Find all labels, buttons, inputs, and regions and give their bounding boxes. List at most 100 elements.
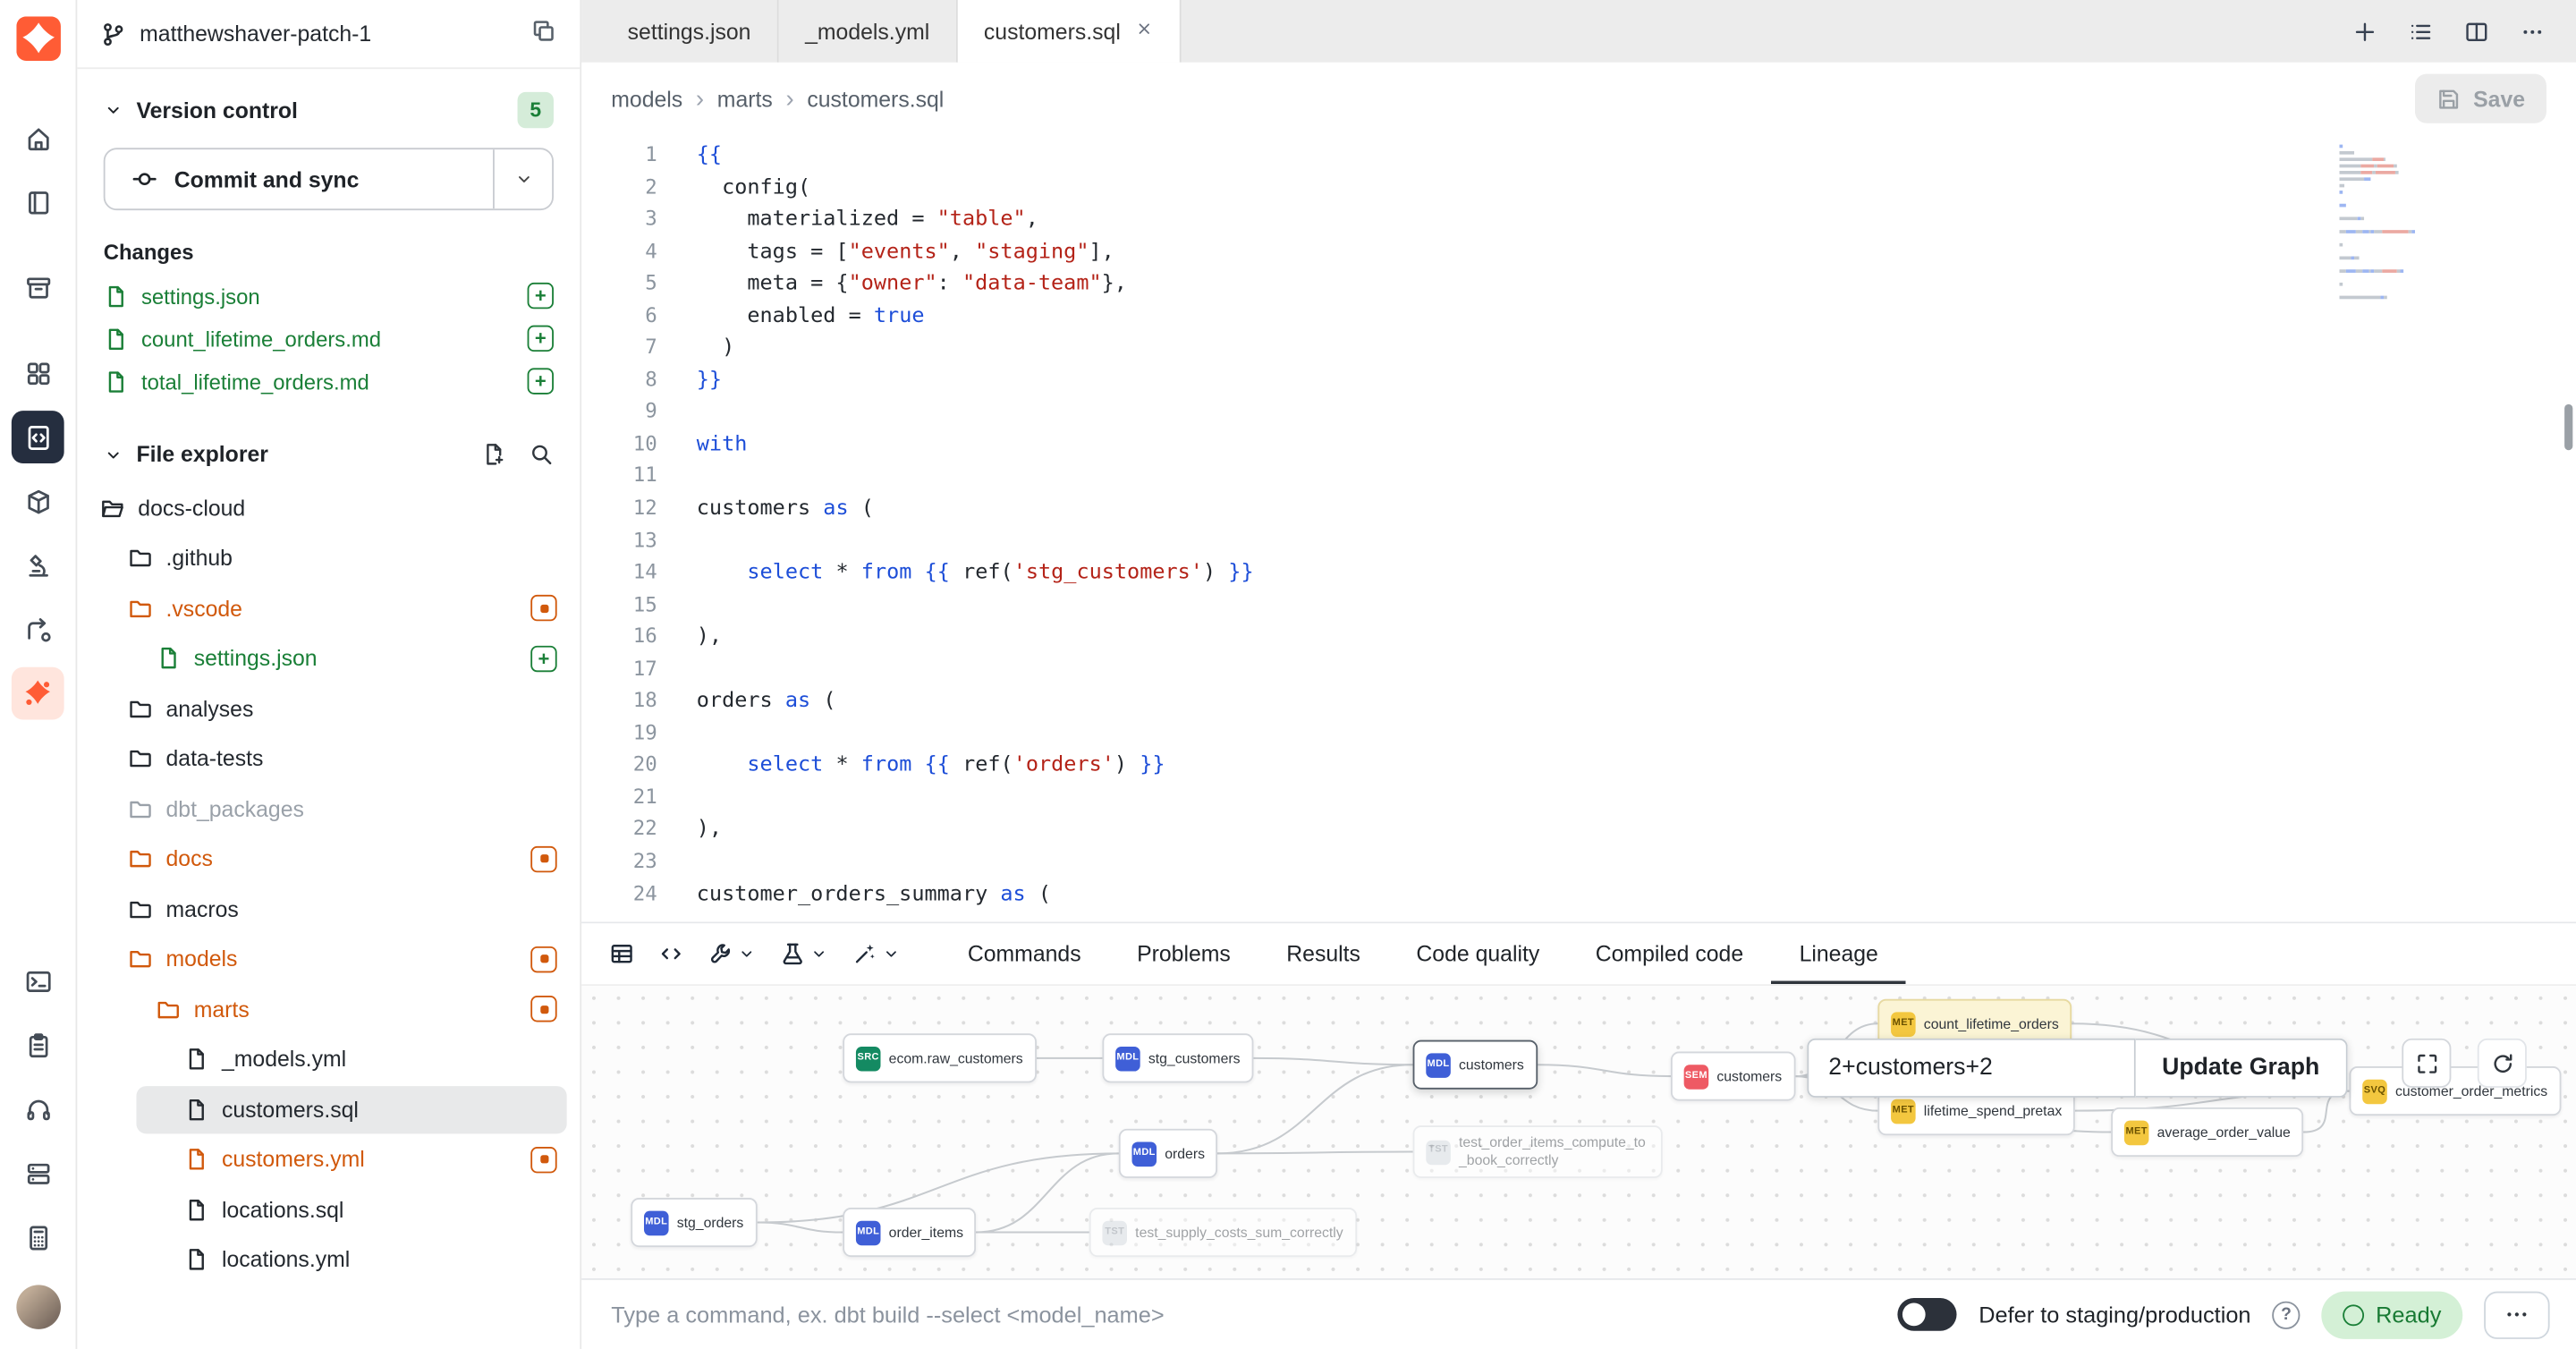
dbt-logo[interactable] [15, 16, 60, 61]
lineage-canvas[interactable]: 2+customers+2 Update Graph SRCecom.raw_c… [581, 986, 2576, 1278]
panel-tab-lineage[interactable]: Lineage [1771, 923, 1906, 984]
test-tools-button[interactable] [772, 932, 836, 975]
file-settings.json[interactable]: settings.json+ [77, 633, 580, 683]
panel-tab-code-quality[interactable]: Code quality [1388, 923, 1567, 984]
panel-tab-results[interactable]: Results [1258, 923, 1388, 984]
lineage-node-average_order_value[interactable]: METaverage_order_value [2111, 1107, 2303, 1157]
code-editor[interactable]: 123456789101112131415161718192021222324 … [581, 135, 2576, 922]
lineage-node-customer_order_metrics[interactable]: SVQcustomer_order_metrics [2350, 1066, 2561, 1116]
breadcrumb-item-customers.sql[interactable]: customers.sql [807, 86, 944, 111]
user-avatar[interactable] [15, 1285, 60, 1329]
folder-docs-cloud[interactable]: docs-cloud [77, 483, 580, 533]
folder-analyses[interactable]: analyses [77, 683, 580, 734]
rail-item-package[interactable] [12, 475, 64, 528]
commit-and-sync-button[interactable]: Commit and sync [106, 149, 493, 208]
folder-.github[interactable]: .github [77, 533, 580, 583]
lineage-node-test_supply_costs[interactable]: TSTtest_supply_costs_sum_correctly [1089, 1208, 1357, 1257]
editor-more-button[interactable] [2511, 10, 2554, 53]
editor-scrollbar[interactable] [2564, 404, 2572, 450]
rail-item-develop[interactable] [12, 411, 64, 463]
rail-item-storage[interactable] [12, 1147, 64, 1200]
command-input[interactable] [608, 1301, 1877, 1328]
code-view-button[interactable] [650, 932, 691, 975]
rail-item-calculator[interactable] [12, 1211, 64, 1264]
folder-dbt_packages[interactable]: dbt_packages [77, 784, 580, 834]
rail-item-observe[interactable] [12, 539, 64, 591]
rail-item-home[interactable] [12, 112, 64, 165]
rail-item-apps[interactable] [12, 347, 64, 400]
outline-button[interactable] [2399, 10, 2442, 53]
statusbar-more-button[interactable] [2484, 1291, 2549, 1338]
folder-icon [156, 997, 181, 1022]
rail-item-terminal[interactable] [12, 954, 64, 1007]
lineage-node-orders[interactable]: MDLorders [1119, 1129, 1218, 1178]
rail-item-notebooks[interactable] [12, 176, 64, 229]
panel-tab-compiled-code[interactable]: Compiled code [1567, 923, 1771, 984]
rail-item-archive[interactable] [12, 261, 64, 314]
file-explorer-header[interactable]: File explorer [77, 419, 580, 483]
support-icon [24, 1095, 52, 1123]
folder-data-tests[interactable]: data-tests [77, 734, 580, 784]
lint-fix-button[interactable] [844, 932, 909, 975]
refresh-lineage-button[interactable] [2478, 1039, 2527, 1088]
mdl-type-icon: MDL [1132, 1141, 1157, 1167]
code-content[interactable]: {{ config( materialized = "table", tags … [657, 135, 2576, 922]
tab-settings.json[interactable]: settings.json [601, 0, 778, 63]
split-editor-button[interactable] [2454, 10, 2497, 53]
changed-file[interactable]: settings.json+ [77, 275, 580, 318]
code-line [697, 590, 2576, 622]
save-button[interactable]: Save [2416, 74, 2546, 123]
lineage-node-stg_orders[interactable]: MDLstg_orders [631, 1198, 757, 1247]
copy-branch-button[interactable] [530, 18, 556, 49]
minimap[interactable] [2340, 145, 2487, 302]
file-customers.sql[interactable]: customers.sql [77, 1084, 580, 1134]
lineage-node-customers_sem[interactable]: SEMcustomers [1671, 1052, 1795, 1101]
commit-options-button[interactable] [493, 149, 552, 208]
panel-tab-commands[interactable]: Commands [940, 923, 1109, 984]
changed-file[interactable]: total_lifetime_orders.md+ [77, 360, 580, 403]
new-file-icon[interactable] [481, 442, 506, 467]
lineage-node-test_order_items[interactable]: TSTtest_order_items_compute_to_book_corr… [1413, 1125, 1663, 1178]
build-tools-button[interactable] [699, 932, 764, 975]
tasks-icon [24, 1031, 52, 1059]
status-ready-badge[interactable]: Ready [2322, 1291, 2463, 1338]
changed-file[interactable]: count_lifetime_orders.md+ [77, 317, 580, 360]
breadcrumb-item-marts[interactable]: marts [717, 86, 773, 111]
close-tab-icon[interactable] [1135, 20, 1153, 43]
tab-customers.sql[interactable]: customers.sql [957, 0, 1181, 63]
search-icon[interactable] [529, 442, 554, 467]
version-control-header[interactable]: Version control 5 [77, 69, 580, 144]
rail-item-catalog[interactable] [12, 667, 64, 720]
changed-file-name: settings.json [141, 284, 260, 309]
branch-name[interactable]: matthewshaver-patch-1 [140, 21, 371, 47]
folder-.vscode[interactable]: .vscode [77, 583, 580, 633]
folder-macros[interactable]: macros [77, 884, 580, 934]
code-line [697, 525, 2576, 557]
file-locations.sql[interactable]: locations.sql [77, 1184, 580, 1234]
rail-item-support[interactable] [12, 1082, 64, 1135]
rail-item-deploy[interactable] [12, 603, 64, 656]
lineage-node-order_items[interactable]: MDLorder_items [843, 1208, 976, 1257]
fullscreen-button[interactable] [2402, 1039, 2451, 1088]
folder-marts[interactable]: marts [77, 984, 580, 1034]
dbt-logo-icon [15, 16, 60, 61]
lineage-node-customers[interactable]: MDLcustomers [1413, 1040, 1538, 1090]
tab-_models.yml[interactable]: _models.yml [779, 0, 958, 63]
lineage-node-raw_customers[interactable]: SRCecom.raw_customers [843, 1033, 1036, 1082]
rail-item-tasks[interactable] [12, 1019, 64, 1072]
help-icon[interactable]: ? [2272, 1301, 2300, 1328]
folder-models[interactable]: models [77, 934, 580, 984]
defer-toggle[interactable] [1898, 1298, 1957, 1331]
file-_models.yml[interactable]: _models.yml [77, 1034, 580, 1084]
results-table-button[interactable] [601, 932, 642, 975]
panel-tab-problems[interactable]: Problems [1109, 923, 1258, 984]
node-label: count_lifetime_orders [1924, 1015, 2059, 1031]
lineage-search-input[interactable]: 2+customers+2 [1807, 1039, 2135, 1098]
new-tab-button[interactable] [2343, 10, 2385, 53]
breadcrumb-item-models[interactable]: models [611, 86, 682, 111]
folder-docs[interactable]: docs [77, 834, 580, 884]
lineage-node-stg_customers[interactable]: MDLstg_customers [1102, 1033, 1253, 1082]
file-customers.yml[interactable]: customers.yml [77, 1134, 580, 1184]
update-graph-button[interactable]: Update Graph [2136, 1039, 2348, 1098]
file-locations.yml[interactable]: locations.yml [77, 1234, 580, 1285]
